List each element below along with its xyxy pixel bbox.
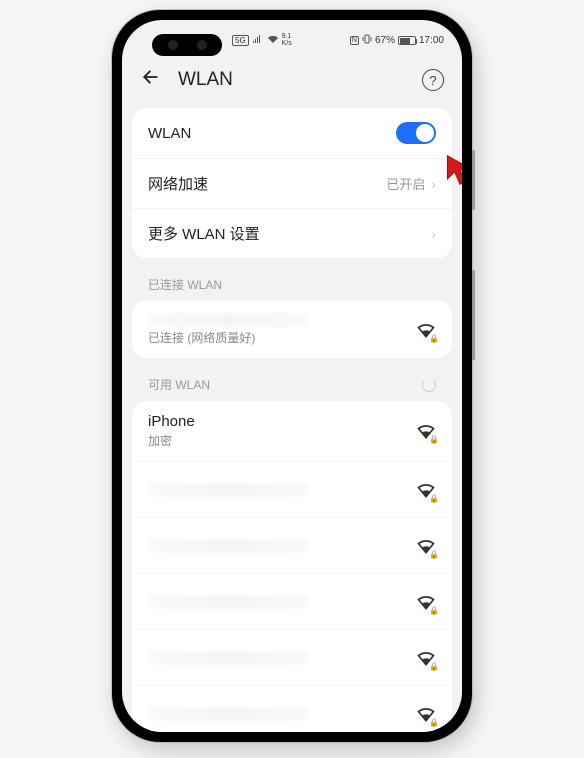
wifi-signal-icon: 🔒 — [416, 480, 436, 500]
available-network-row[interactable]: 🔒 — [132, 629, 452, 685]
available-network-row[interactable]: 🔒 — [132, 573, 452, 629]
phone-frame: 5G 9.1 K/s N 67% 17:00 — [112, 10, 472, 742]
connected-section-title: 已连接 WLAN — [148, 276, 222, 293]
network-acceleration-label: 网络加速 — [148, 173, 386, 194]
network-subtitle: 加密 — [148, 432, 416, 449]
network-acceleration-value: 已开启 — [386, 174, 425, 193]
loading-spinner-icon — [422, 378, 436, 392]
network-name: iPhone — [148, 413, 416, 430]
wlan-toggle-row[interactable]: WLAN — [132, 108, 452, 158]
wifi-signal-icon: 🔒 — [416, 592, 436, 612]
network-name — [148, 595, 309, 609]
network-name — [148, 651, 309, 665]
wifi-signal-icon: 🔒 — [416, 536, 436, 556]
available-networks-card: iPhone 加密 🔒 🔒 🔒 🔒 🔒 🔒 — [132, 401, 452, 732]
page-header: WLAN ? — [122, 60, 462, 108]
lock-icon: 🔒 — [429, 606, 439, 615]
wifi-signal-icon: 🔒 — [416, 320, 436, 340]
page-title: WLAN — [178, 69, 406, 91]
help-icon[interactable]: ? — [422, 69, 444, 91]
net-speed: 9.1 K/s — [282, 33, 292, 47]
wlan-toggle-switch[interactable] — [396, 122, 436, 144]
wifi-signal-icon: 🔒 — [416, 704, 436, 724]
camera-notch — [152, 34, 222, 56]
clock: 17:00 — [419, 35, 444, 46]
lock-icon: 🔒 — [429, 662, 439, 671]
connected-section-header: 已连接 WLAN — [122, 270, 462, 301]
available-section-header: 可用 WLAN — [122, 370, 462, 401]
mobile-data-icon: 5G — [232, 35, 249, 46]
network-acceleration-row[interactable]: 网络加速 已开启 › — [132, 158, 452, 208]
available-section-title: 可用 WLAN — [148, 376, 210, 393]
connected-network-card: 已连接 (网络质量好) 🔒 — [132, 301, 452, 358]
lock-icon: 🔒 — [429, 435, 439, 444]
available-network-row[interactable]: 🔒 — [132, 685, 452, 732]
connected-network-name — [148, 313, 309, 327]
wifi-signal-icon: 🔒 — [416, 648, 436, 668]
wifi-status-icon — [267, 34, 279, 47]
network-name — [148, 707, 309, 721]
wlan-toggle-label: WLAN — [148, 125, 396, 142]
lock-icon: 🔒 — [429, 718, 439, 727]
network-name — [148, 483, 309, 497]
lock-icon: 🔒 — [429, 550, 439, 559]
chevron-right-icon: › — [431, 176, 436, 192]
wlan-settings-card: WLAN 网络加速 已开启 › 更多 WLAN 设置 › — [132, 108, 452, 258]
battery-pct: 67% — [375, 35, 395, 46]
lock-icon: 🔒 — [429, 494, 439, 503]
connected-network-status: 已连接 (网络质量好) — [148, 329, 416, 346]
lock-icon: 🔒 — [429, 334, 439, 343]
signal-icon — [252, 34, 264, 47]
connected-network-row[interactable]: 已连接 (网络质量好) 🔒 — [132, 301, 452, 358]
more-wlan-settings-label: 更多 WLAN 设置 — [148, 223, 425, 244]
chevron-right-icon: › — [431, 226, 436, 242]
vibrate-icon — [362, 34, 372, 47]
screen: 5G 9.1 K/s N 67% 17:00 — [122, 20, 462, 732]
back-arrow-icon[interactable] — [140, 66, 162, 94]
wifi-signal-icon: 🔒 — [416, 421, 436, 441]
nfc-icon: N — [350, 36, 359, 45]
available-network-row[interactable]: 🔒 — [132, 461, 452, 517]
available-network-row[interactable]: iPhone 加密 🔒 — [132, 401, 452, 461]
battery-icon — [398, 36, 416, 45]
available-network-row[interactable]: 🔒 — [132, 517, 452, 573]
more-wlan-settings-row[interactable]: 更多 WLAN 设置 › — [132, 208, 452, 258]
network-name — [148, 539, 309, 553]
